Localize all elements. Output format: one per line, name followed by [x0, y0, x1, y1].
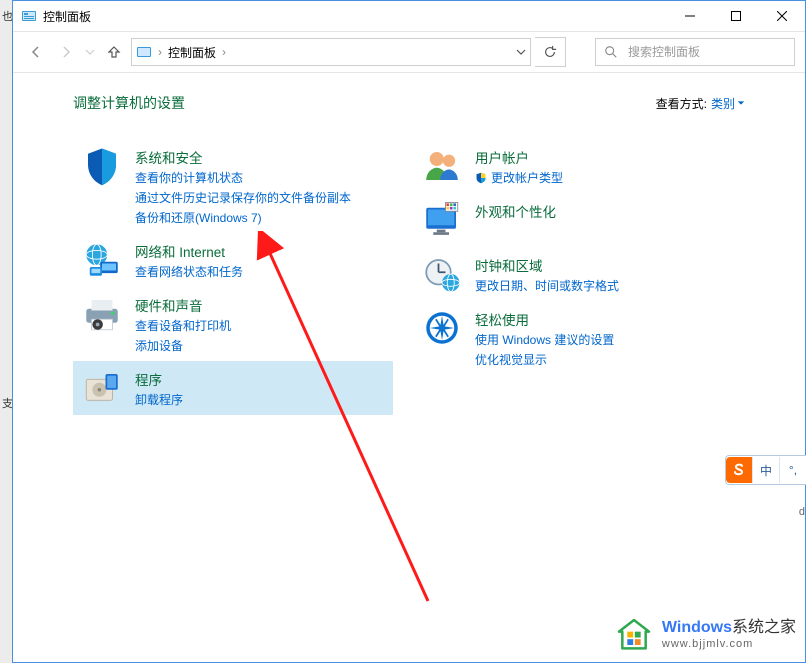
category-ease-of-access[interactable]: 轻松使用 使用 Windows 建议的设置 优化视觉显示 — [413, 301, 733, 375]
category-title[interactable]: 程序 — [135, 369, 183, 389]
category-link[interactable]: 使用 Windows 建议的设置 — [475, 331, 614, 349]
category-link[interactable]: 优化视觉显示 — [475, 351, 614, 369]
category-link[interactable]: 通过文件历史记录保存你的文件备份副本 — [135, 189, 351, 207]
ime-mode[interactable]: 中 — [752, 457, 779, 483]
window-title: 控制面板 — [43, 8, 91, 25]
address-dropdown[interactable] — [516, 47, 526, 57]
view-mode: 查看方式: 类别 — [656, 95, 745, 112]
watermark: Windows系统之家 www.bjjmlv.com — [614, 615, 796, 655]
view-mode-value: 类别 — [711, 95, 735, 112]
maximize-button[interactable] — [713, 1, 759, 31]
titlebar-left: 控制面板 — [13, 8, 91, 25]
toolbar: › 控制面板 › — [13, 32, 805, 73]
category-link[interactable]: 查看你的计算机状态 — [135, 169, 351, 187]
user-accounts-icon — [421, 145, 463, 187]
category-title[interactable]: 时钟和区域 — [475, 255, 619, 275]
sogou-ime-icon[interactable] — [726, 457, 752, 483]
page-title: 调整计算机的设置 — [73, 93, 185, 113]
category-title[interactable]: 网络和 Internet — [135, 241, 243, 261]
view-mode-dropdown[interactable]: 类别 — [711, 95, 745, 112]
printer-icon — [81, 293, 123, 335]
ease-of-access-icon — [421, 307, 463, 349]
breadcrumb-root[interactable]: 控制面板 — [168, 44, 216, 61]
bg-letter: d — [799, 506, 805, 518]
up-button[interactable] — [101, 39, 127, 65]
breadcrumb-separator: › — [222, 45, 226, 59]
category-link[interactable]: 添加设备 — [135, 337, 231, 355]
category-link[interactable]: 卸载程序 — [135, 391, 183, 409]
category-title[interactable]: 硬件和声音 — [135, 295, 231, 315]
control-panel-window: 控制面板 › 控制面板 › 调整计算 — [12, 0, 806, 663]
category-link-label: 更改帐户类型 — [491, 169, 563, 187]
category-link[interactable]: 备份和还原(Windows 7) — [135, 209, 351, 227]
globe-network-icon — [81, 239, 123, 281]
watermark-logo-icon — [614, 615, 654, 655]
monitor-icon — [421, 199, 463, 241]
ime-punct-icon[interactable]: °, — [779, 457, 806, 483]
category-link[interactable]: 查看网络状态和任务 — [135, 263, 243, 281]
category-title[interactable]: 轻松使用 — [475, 309, 614, 329]
refresh-button[interactable] — [535, 37, 566, 67]
category-column-right: 用户帐户 更改帐户类型 外观和个性化 — [413, 139, 733, 415]
search-box[interactable] — [595, 38, 795, 66]
breadcrumb-separator: › — [158, 45, 162, 59]
category-link[interactable]: 查看设备和打印机 — [135, 317, 231, 335]
category-title[interactable]: 外观和个性化 — [475, 201, 556, 221]
control-panel-icon — [21, 8, 37, 24]
category-link[interactable]: 更改日期、时间或数字格式 — [475, 277, 619, 295]
category-columns: 系统和安全 查看你的计算机状态 通过文件历史记录保存你的文件备份副本 备份和还原… — [73, 139, 785, 415]
view-mode-label: 查看方式: — [656, 95, 707, 112]
category-network-internet[interactable]: 网络和 Internet 查看网络状态和任务 — [73, 233, 393, 287]
clock-globe-icon — [421, 253, 463, 295]
titlebar-right — [667, 1, 805, 31]
category-system-security[interactable]: 系统和安全 查看你的计算机状态 通过文件历史记录保存你的文件备份副本 备份和还原… — [73, 139, 393, 233]
search-icon — [604, 45, 618, 59]
back-button[interactable] — [23, 39, 49, 65]
content-area: 调整计算机的设置 查看方式: 类别 系统和安全 查看你的计算机状态 — [13, 73, 805, 662]
category-hardware-sound[interactable]: 硬件和声音 查看设备和打印机 添加设备 — [73, 287, 393, 361]
content-header: 调整计算机的设置 查看方式: 类别 — [73, 93, 785, 113]
category-programs[interactable]: 程序 卸载程序 — [73, 361, 393, 415]
search-input[interactable] — [626, 44, 786, 60]
category-appearance-personalization[interactable]: 外观和个性化 — [413, 193, 733, 247]
programs-icon — [81, 367, 123, 409]
watermark-url: www.bjjmlv.com — [662, 638, 796, 651]
uac-shield-icon — [475, 172, 487, 184]
forward-button[interactable] — [53, 39, 79, 65]
category-clock-region[interactable]: 时钟和区域 更改日期、时间或数字格式 — [413, 247, 733, 301]
category-title[interactable]: 用户帐户 — [475, 147, 563, 167]
ime-toolbar[interactable]: 中 °, — [725, 455, 806, 485]
titlebar: 控制面板 — [13, 1, 805, 32]
watermark-brand: Windows系统之家 — [662, 619, 796, 637]
category-title[interactable]: 系统和安全 — [135, 147, 351, 167]
address-bar[interactable]: › 控制面板 › — [131, 38, 531, 66]
close-button[interactable] — [759, 1, 805, 31]
category-user-accounts[interactable]: 用户帐户 更改帐户类型 — [413, 139, 733, 193]
recent-dropdown[interactable] — [83, 39, 97, 65]
control-panel-icon — [136, 44, 152, 60]
shield-icon — [81, 145, 123, 187]
category-column-left: 系统和安全 查看你的计算机状态 通过文件历史记录保存你的文件备份副本 备份和还原… — [73, 139, 393, 415]
minimize-button[interactable] — [667, 1, 713, 31]
category-link[interactable]: 更改帐户类型 — [475, 169, 563, 187]
